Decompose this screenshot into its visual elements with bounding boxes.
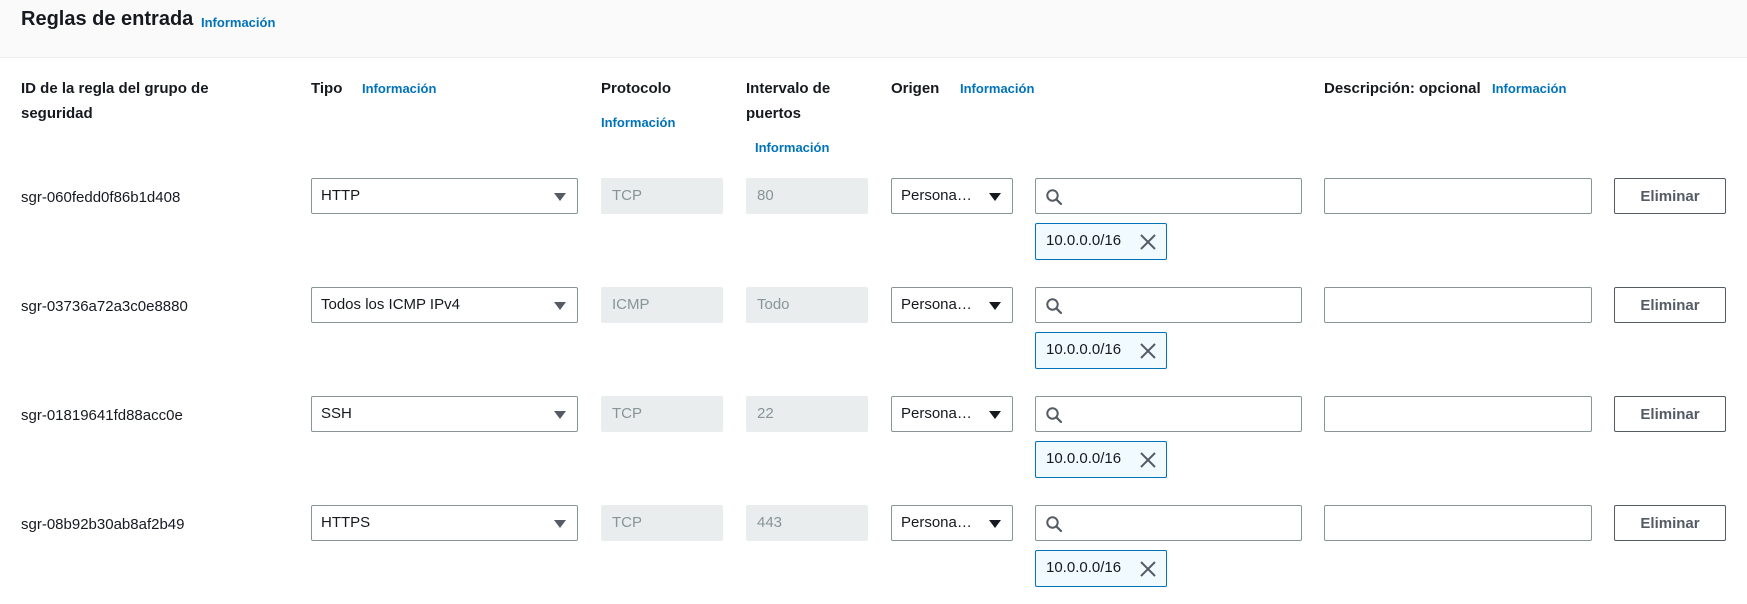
caret-down-icon <box>989 193 1001 201</box>
protocol-info-link[interactable]: Información <box>601 115 675 130</box>
delete-button[interactable]: Eliminar <box>1614 505 1726 541</box>
cidr-token-label: 10.0.0.0/16 <box>1046 232 1122 249</box>
source-type-value: Persona… <box>901 514 972 531</box>
search-icon <box>1046 407 1063 424</box>
column-header-rule-id: ID de la regla del grupo de seguridad <box>21 76 209 126</box>
source-search-input[interactable] <box>1066 508 1300 540</box>
port-range-value: 443 <box>757 514 783 531</box>
description-input[interactable] <box>1331 290 1587 322</box>
description-field[interactable] <box>1324 396 1592 432</box>
source-type-value: Persona… <box>901 187 972 204</box>
rule-id: sgr-03736a72a3c0e8880 <box>21 298 188 315</box>
caret-down-icon <box>554 302 566 310</box>
source-type-value: Persona… <box>901 405 972 422</box>
caret-down-icon <box>989 520 1001 528</box>
source-type-select[interactable]: Persona… <box>891 505 1013 541</box>
caret-down-icon <box>554 411 566 419</box>
column-header-port-range: Intervalo de puertos <box>746 76 830 126</box>
type-select-value: Todos los ICMP IPv4 <box>321 296 460 313</box>
type-info-link[interactable]: Información <box>362 81 436 96</box>
protocol-field: TCP <box>601 396 723 432</box>
protocol-value: TCP <box>612 187 642 204</box>
caret-down-icon <box>989 302 1001 310</box>
source-search-input[interactable] <box>1066 399 1300 431</box>
port-range-value: Todo <box>757 296 790 313</box>
description-input[interactable] <box>1331 181 1587 213</box>
search-icon <box>1046 298 1063 315</box>
description-field[interactable] <box>1324 178 1592 214</box>
rule-id: sgr-08b92b30ab8af2b49 <box>21 516 185 533</box>
close-icon[interactable] <box>1139 233 1157 251</box>
source-search-field[interactable] <box>1035 178 1302 214</box>
close-icon[interactable] <box>1139 451 1157 469</box>
source-type-select[interactable]: Persona… <box>891 396 1013 432</box>
port-range-field: 80 <box>746 178 868 214</box>
port-range-info-link[interactable]: Información <box>755 140 829 155</box>
delete-button[interactable]: Eliminar <box>1614 178 1726 214</box>
type-select-value: HTTPS <box>321 514 371 531</box>
column-header-port-range-line2: puertos <box>746 105 802 122</box>
type-select-value: SSH <box>321 405 352 422</box>
description-input[interactable] <box>1331 399 1587 431</box>
cidr-token: 10.0.0.0/16 <box>1035 550 1167 587</box>
port-range-field: 22 <box>746 396 868 432</box>
port-range-value: 80 <box>757 187 774 204</box>
source-search-field[interactable] <box>1035 287 1302 323</box>
port-range-field: Todo <box>746 287 868 323</box>
type-select[interactable]: Todos los ICMP IPv4 <box>311 287 578 323</box>
cidr-token-label: 10.0.0.0/16 <box>1046 341 1122 358</box>
protocol-value: TCP <box>612 405 642 422</box>
protocol-value: ICMP <box>612 296 650 313</box>
delete-button[interactable]: Eliminar <box>1614 287 1726 323</box>
column-header-rule-id-line1: ID de la regla del grupo de <box>21 80 209 97</box>
column-header-rule-id-line2: seguridad <box>21 105 93 122</box>
port-range-field: 443 <box>746 505 868 541</box>
protocol-value: TCP <box>612 514 642 531</box>
protocol-field: TCP <box>601 505 723 541</box>
delete-button[interactable]: Eliminar <box>1614 396 1726 432</box>
protocol-field: ICMP <box>601 287 723 323</box>
cidr-token: 10.0.0.0/16 <box>1035 332 1167 369</box>
search-icon <box>1046 516 1063 533</box>
type-select[interactable]: HTTPS <box>311 505 578 541</box>
type-select-value: HTTP <box>321 187 361 204</box>
rule-id: sgr-01819641fd88acc0e <box>21 407 183 424</box>
protocol-field: TCP <box>601 178 723 214</box>
source-search-field[interactable] <box>1035 505 1302 541</box>
cidr-token: 10.0.0.0/16 <box>1035 223 1167 260</box>
source-type-select[interactable]: Persona… <box>891 178 1013 214</box>
column-header-type: Tipo <box>311 80 343 97</box>
column-header-protocol: Protocolo <box>601 80 671 97</box>
source-info-link[interactable]: Información <box>960 81 1034 96</box>
source-search-input[interactable] <box>1066 181 1300 213</box>
cidr-token-label: 10.0.0.0/16 <box>1046 450 1122 467</box>
source-search-input[interactable] <box>1066 290 1300 322</box>
search-icon <box>1046 189 1063 206</box>
description-input[interactable] <box>1331 508 1587 540</box>
column-header-description: Descripción: opcional <box>1324 80 1481 97</box>
type-select[interactable]: SSH <box>311 396 578 432</box>
cidr-token-label: 10.0.0.0/16 <box>1046 559 1122 576</box>
port-range-value: 22 <box>757 405 774 422</box>
type-select[interactable]: HTTP <box>311 178 578 214</box>
description-info-link[interactable]: Información <box>1492 81 1566 96</box>
section-info-link[interactable]: Información <box>201 15 275 30</box>
caret-down-icon <box>989 411 1001 419</box>
description-field[interactable] <box>1324 505 1592 541</box>
close-icon[interactable] <box>1139 560 1157 578</box>
caret-down-icon <box>554 520 566 528</box>
section-title: Reglas de entrada <box>21 8 194 30</box>
cidr-token: 10.0.0.0/16 <box>1035 441 1167 478</box>
source-type-value: Persona… <box>901 296 972 313</box>
source-type-select[interactable]: Persona… <box>891 287 1013 323</box>
column-header-port-range-line1: Intervalo de <box>746 80 831 97</box>
column-header-source: Origen <box>891 80 940 97</box>
source-search-field[interactable] <box>1035 396 1302 432</box>
close-icon[interactable] <box>1139 342 1157 360</box>
caret-down-icon <box>554 193 566 201</box>
description-field[interactable] <box>1324 287 1592 323</box>
rule-id: sgr-060fedd0f86b1d408 <box>21 189 181 206</box>
section-header: Reglas de entrada Información <box>0 0 1747 58</box>
